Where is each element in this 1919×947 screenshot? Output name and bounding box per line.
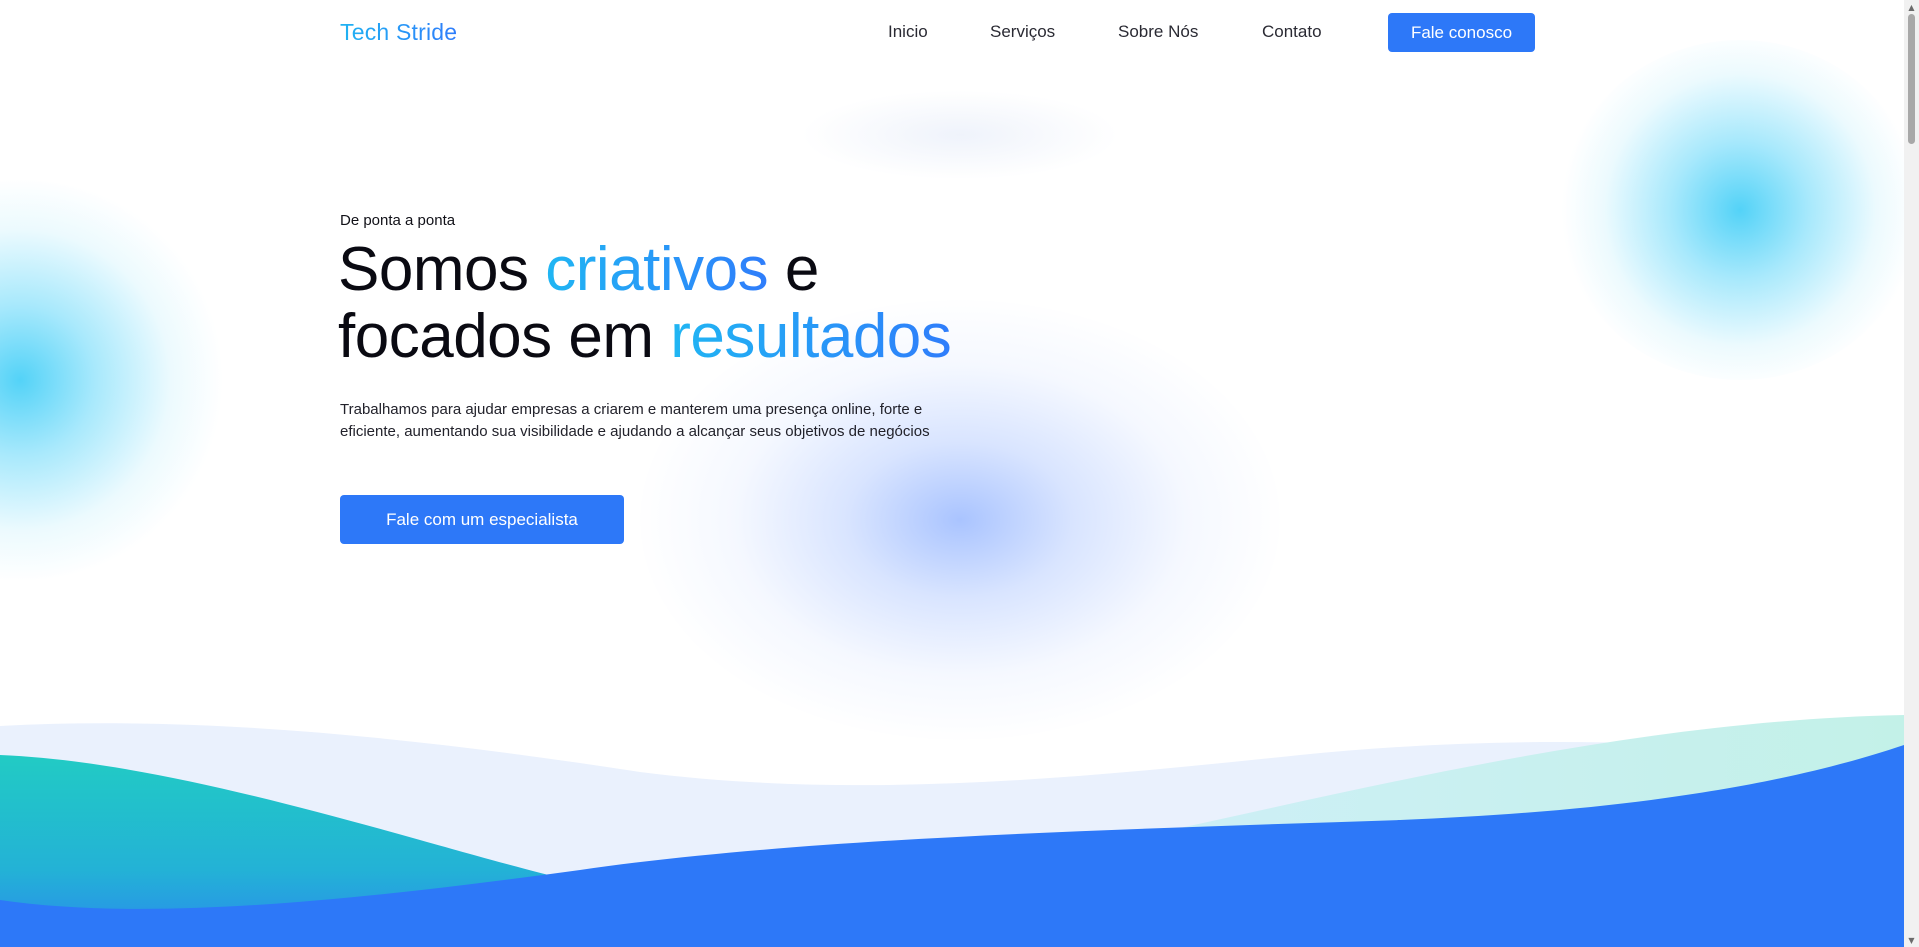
- decorative-waves: [0, 715, 1904, 947]
- page-scrollbar[interactable]: ▲ ▼: [1904, 0, 1919, 947]
- headline-highlight-2: resultados: [670, 302, 952, 371]
- headline-highlight-1: criativos: [545, 235, 769, 304]
- headline-text-1: Somos: [338, 235, 546, 304]
- headline-text-3: focados em: [338, 302, 671, 371]
- brand-logo[interactable]: Tech Stride: [340, 19, 457, 46]
- scroll-down-icon[interactable]: ▼: [1904, 933, 1919, 947]
- contact-us-button[interactable]: Fale conosco: [1388, 13, 1535, 52]
- nav-link-contato[interactable]: Contato: [1262, 22, 1322, 42]
- headline-text-2: e: [768, 235, 819, 304]
- site-header: Tech Stride Inicio Serviços Sobre Nós Co…: [340, 0, 1535, 64]
- page-viewport: Tech Stride Inicio Serviços Sobre Nós Co…: [0, 0, 1904, 947]
- background-glow-left: [0, 180, 230, 580]
- hero-headline: Somos criativos e focados em resultados: [338, 236, 1058, 370]
- talk-to-specialist-button[interactable]: Fale com um especialista: [340, 495, 624, 544]
- nav-link-servicos[interactable]: Serviços: [990, 22, 1055, 42]
- scroll-thumb[interactable]: [1908, 14, 1915, 144]
- nav-link-sobre-nos[interactable]: Sobre Nós: [1118, 22, 1198, 42]
- scroll-up-icon[interactable]: ▲: [1904, 0, 1919, 14]
- background-glow-right: [1560, 40, 1904, 380]
- nav-link-inicio[interactable]: Inicio: [888, 22, 928, 42]
- background-glow-top: [800, 90, 1120, 180]
- hero-eyebrow: De ponta a ponta: [340, 212, 456, 229]
- hero-description: Trabalhamos para ajudar empresas a criar…: [340, 401, 930, 440]
